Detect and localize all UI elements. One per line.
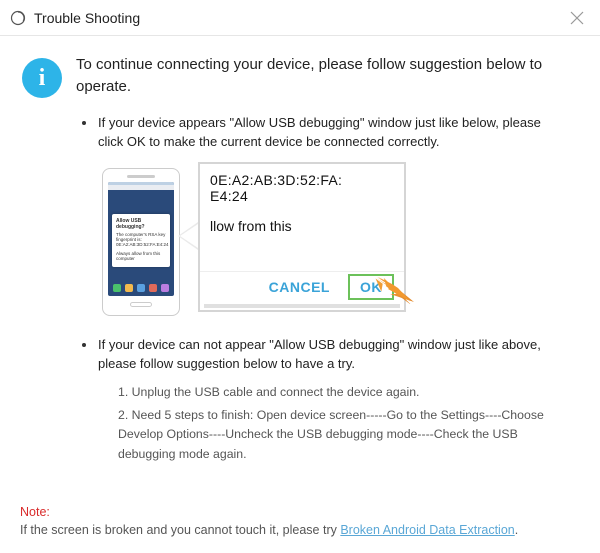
troubleshooting-dialog: Trouble Shooting i To continue connectin… (0, 0, 600, 553)
zoom-sub: llow from this (210, 218, 394, 234)
phone-home-button (130, 302, 152, 307)
dialog-title: Trouble Shooting (34, 10, 140, 26)
callout-arrow-icon (178, 222, 198, 250)
note-body: If the screen is broken and you cannot t… (20, 523, 340, 537)
phone-mock: Allow USB debugging? The computer's RSA … (102, 168, 180, 316)
bullet-2: If your device can not appear "Allow USB… (82, 336, 578, 374)
step-1: 1. Unplug the USB cable and connect the … (118, 383, 558, 402)
bullet-1: If your device appears "Allow USB debugg… (82, 114, 578, 152)
dialog-body: i To continue connecting your device, pl… (0, 36, 600, 464)
info-icon: i (22, 58, 62, 98)
pointer-arrow-icon (374, 274, 416, 304)
bullet-dot-icon (82, 343, 86, 347)
title-bar: Trouble Shooting (0, 0, 600, 36)
bullet-1-text: If your device appears "Allow USB debugg… (98, 114, 578, 152)
title-left: Trouble Shooting (10, 10, 140, 26)
bullet-2-text: If your device can not appear "Allow USB… (98, 336, 578, 374)
phone-screen: Allow USB debugging? The computer's RSA … (108, 182, 174, 296)
phone-alert: Allow USB debugging? The computer's RSA … (112, 214, 170, 267)
illustration: Allow USB debugging? The computer's RSA … (102, 162, 412, 322)
cancel-button[interactable]: CANCEL (269, 279, 330, 295)
mac-line-2: E4:24 (210, 188, 394, 204)
close-icon (569, 10, 585, 26)
mac-line-1: 0E:A2:AB:3D:52:FA: (210, 172, 394, 188)
intro-row: i To continue connecting your device, pl… (22, 54, 578, 98)
bullet-dot-icon (82, 121, 86, 125)
step-2: 2. Need 5 steps to finish: Open device s… (118, 406, 558, 463)
note-label: Note: (20, 505, 50, 519)
app-icon (10, 10, 26, 26)
broken-android-link[interactable]: Broken Android Data Extraction (340, 523, 514, 537)
close-button[interactable] (566, 7, 588, 29)
intro-text: To continue connecting your device, plea… (76, 54, 578, 98)
phone-speaker (127, 175, 155, 178)
steps-list: 1. Unplug the USB cable and connect the … (118, 383, 578, 463)
footer-note: Note: If the screen is broken and you ca… (20, 503, 580, 539)
